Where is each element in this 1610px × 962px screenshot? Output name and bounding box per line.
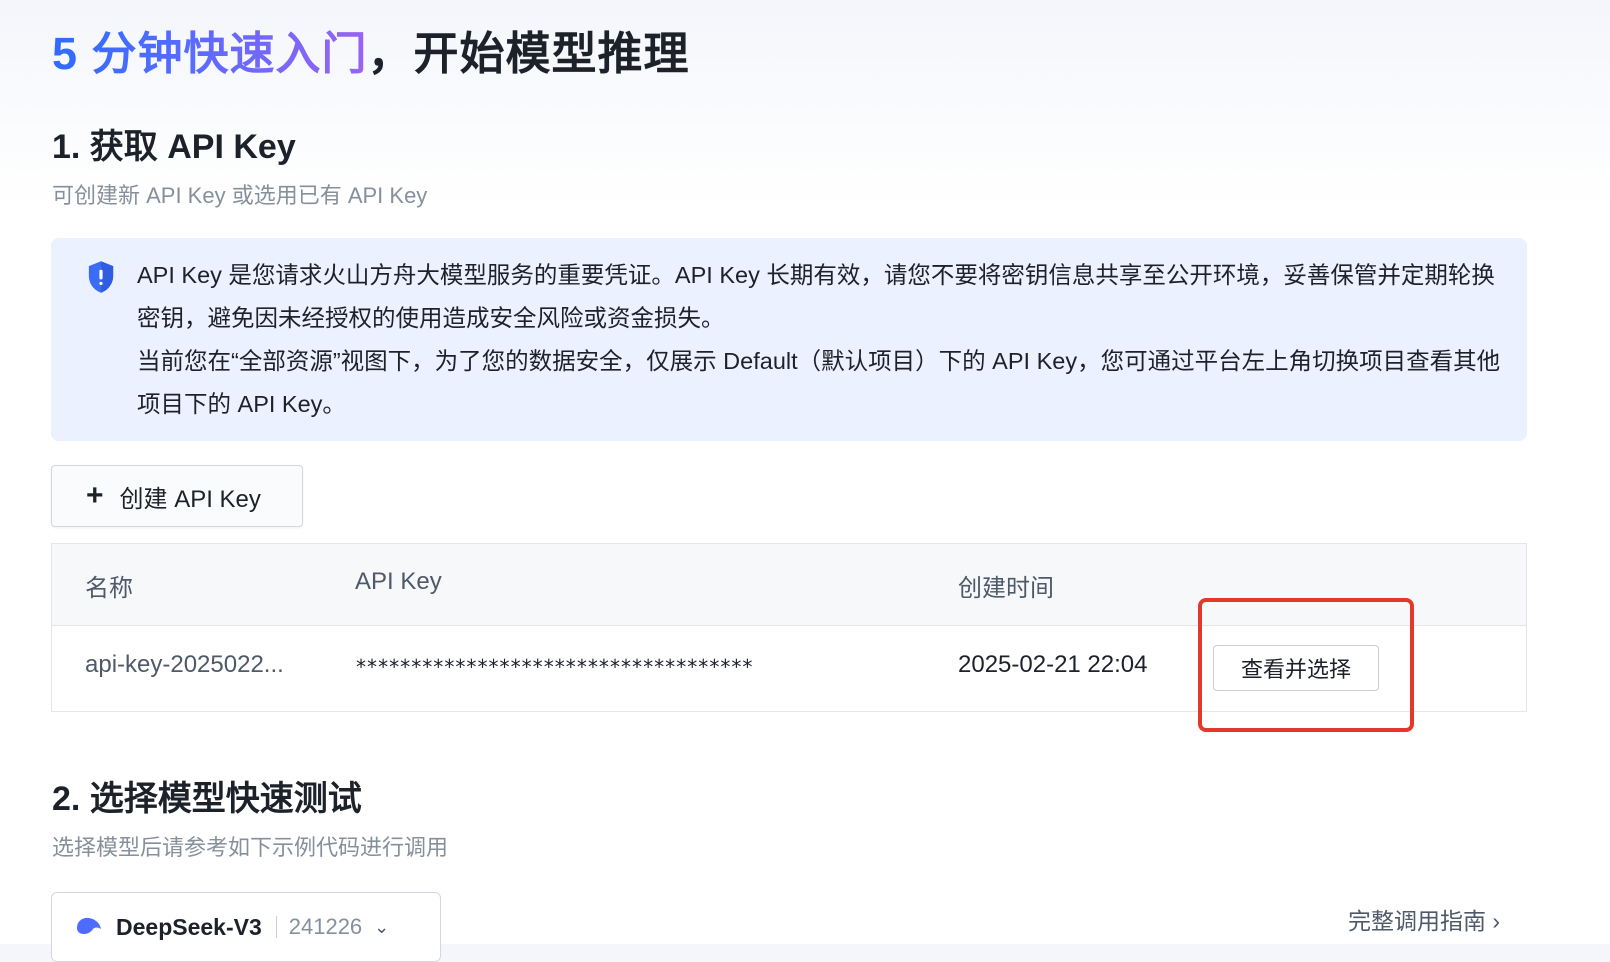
full-guide-link[interactable]: 完整调用指南 ›	[1348, 902, 1500, 936]
shield-icon	[88, 261, 114, 293]
column-header-api-key: API Key	[355, 568, 442, 595]
column-header-created: 创建时间	[958, 575, 1054, 602]
plus-icon: +	[86, 479, 104, 512]
chevron-down-icon: ⌄	[374, 916, 390, 937]
create-api-key-label: 创建 API Key	[119, 485, 261, 513]
section1-subtitle: 可创建新 API Key 或选用已有 API Key	[52, 183, 428, 208]
notice-text-line1: API Key 是您请求火山方舟大模型服务的重要凭证。API Key 长期有效，…	[137, 262, 1495, 331]
deepseek-logo-icon	[77, 917, 101, 934]
section1-title: 1. 获取 API Key	[52, 128, 296, 166]
model-name: DeepSeek-V3	[116, 913, 262, 940]
column-header-name: 名称	[85, 575, 133, 602]
page-title: 5 分钟快速入门，开始模型推理	[52, 24, 690, 84]
api-key-notice: API Key 是您请求火山方舟大模型服务的重要凭证。API Key 长期有效，…	[51, 238, 1527, 441]
page-title-rest: ，开始模型推理	[367, 28, 690, 79]
model-version: 241226	[288, 914, 363, 939]
api-key-name: api-key-2025022...	[85, 651, 284, 678]
notice-text-line2: 当前您在“全部资源”视图下，为了您的数据安全，仅展示 Default（默认项目）…	[137, 348, 1501, 417]
divider	[275, 916, 277, 938]
section2-title: 2. 选择模型快速测试	[52, 780, 362, 818]
create-api-key-button[interactable]: + 创建 API Key	[51, 465, 303, 527]
model-select-dropdown[interactable]: DeepSeek-V3 241226 ⌄	[51, 892, 441, 962]
api-key-masked: ************************************	[355, 655, 753, 679]
section2-subtitle: 选择模型后请参考如下示例代码进行调用	[52, 835, 449, 860]
api-key-created-time: 2025-02-21 22:04	[958, 651, 1148, 678]
highlight-annotation-box	[1198, 598, 1414, 732]
page-title-highlight: 5 分钟快速入门	[52, 28, 368, 79]
